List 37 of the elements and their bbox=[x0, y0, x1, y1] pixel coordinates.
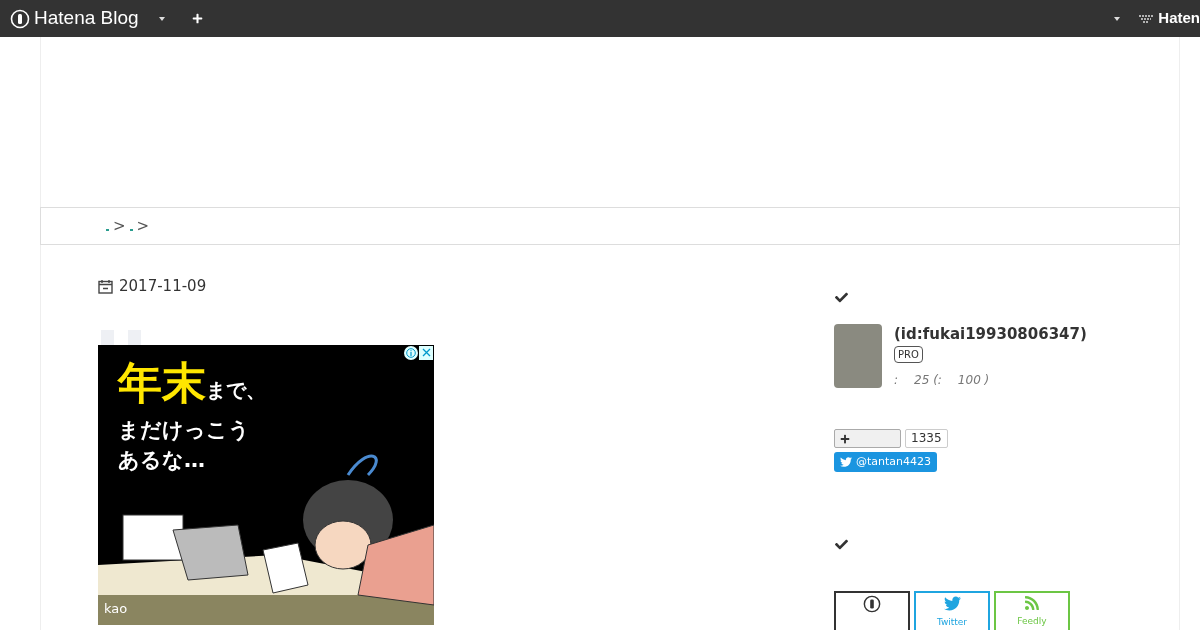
info-icon[interactable] bbox=[404, 345, 418, 360]
hatena-logo-icon bbox=[863, 595, 881, 613]
calendar-icon bbox=[98, 278, 113, 294]
caret-icon[interactable] bbox=[158, 16, 165, 21]
hatena-logo-icon bbox=[1138, 12, 1155, 25]
bird-icon bbox=[840, 456, 852, 468]
profile-id[interactable]: (id:fukai19930806347) bbox=[894, 324, 1087, 344]
caret-icon[interactable] bbox=[1114, 16, 1121, 21]
breadcrumb-link-mark[interactable] bbox=[129, 229, 133, 231]
profile-stat: 100 ) bbox=[957, 372, 990, 389]
placeholder-mark bbox=[101, 329, 114, 345]
profile-stat: 25 (: bbox=[914, 372, 942, 389]
hatena-logo-icon bbox=[10, 8, 30, 29]
follower-count: 1335 bbox=[905, 429, 948, 448]
subscribe-button[interactable] bbox=[834, 591, 910, 630]
breadcrumb-separator: > bbox=[136, 215, 150, 237]
ad-text: まだけっこう bbox=[118, 416, 251, 444]
hatena-logo[interactable]: Haten bbox=[1158, 7, 1200, 30]
ad-text: あるな… bbox=[118, 446, 206, 474]
plus-icon bbox=[840, 433, 850, 444]
blog-logo[interactable]: Hatena Blog bbox=[34, 4, 139, 33]
profile-stat: : bbox=[894, 372, 899, 389]
follow-button[interactable] bbox=[834, 429, 901, 448]
ad-headline: 年末 bbox=[118, 355, 206, 410]
check-icon bbox=[834, 291, 849, 304]
ad-banner[interactable]: 年末まで、 まだけっこう あるな… kao bbox=[98, 344, 434, 625]
breadcrumb-separator: > bbox=[113, 215, 126, 237]
add-icon[interactable] bbox=[191, 13, 203, 24]
check-icon bbox=[834, 538, 849, 551]
pro-badge: PRO bbox=[894, 346, 923, 363]
ad-brand: kao bbox=[104, 600, 128, 618]
entry-date: 2017-11-09 bbox=[119, 276, 207, 297]
ad-headline: まで、 bbox=[206, 376, 266, 404]
rss-icon bbox=[1024, 595, 1040, 611]
bird-icon bbox=[943, 595, 961, 612]
placeholder-mark bbox=[128, 329, 141, 345]
close-icon[interactable] bbox=[419, 345, 433, 360]
